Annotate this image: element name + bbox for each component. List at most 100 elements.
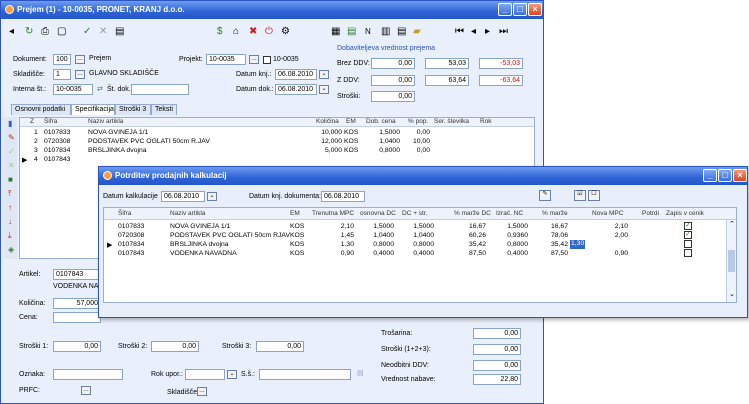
delete-icon[interactable]: ✖ [249, 26, 257, 37]
folder-icon[interactable]: ▰ [413, 26, 421, 37]
kalk-zapis-checkbox[interactable] [684, 249, 692, 257]
st-dok-field[interactable] [131, 84, 189, 95]
scroll-thumb[interactable] [728, 250, 735, 272]
stroski2-field[interactable]: 0,00 [151, 341, 199, 352]
col-naziv[interactable]: Naziv artikla [88, 118, 123, 127]
kalk-nova[interactable]: 0,90 [594, 250, 628, 257]
col-rok[interactable]: Rok [480, 118, 492, 127]
kalk-zapis-checkbox[interactable]: ✓ [684, 231, 692, 239]
col-ser[interactable]: Ser. številka [434, 118, 469, 127]
table-row[interactable]: 1 0107833 NOVA GVINEJA 1/1 10,000 KOS 1,… [20, 128, 534, 137]
kalk-row[interactable]: 0720308 PODSTAVEK PVC OGLATI 50cm RJAV K… [104, 231, 736, 240]
table-row[interactable]: 2 0720308 PODSTAVEK PVC OGLATI 50cm R.JA… [20, 137, 534, 146]
move-down-icon[interactable]: ↓ [8, 217, 12, 226]
grid-icon[interactable]: ▥ [381, 26, 390, 37]
import-icon[interactable]: ◈ [8, 245, 14, 254]
kcol-zapis[interactable]: Zapis v cenik [666, 210, 704, 219]
interna-field[interactable]: 10-0035 [53, 84, 93, 95]
last-record-icon[interactable]: ⏭ [499, 26, 508, 37]
dialog-maximize-button[interactable]: □ [718, 169, 732, 182]
export-icon[interactable]: ▤ [347, 26, 356, 37]
settings-icon[interactable]: ⚙ [281, 26, 290, 37]
datum-knj-dropdown-icon[interactable]: ⌄ [319, 70, 329, 79]
datum-kalk-dropdown-icon[interactable]: ⌄ [207, 192, 217, 201]
kalk-row[interactable]: ▶ 0107834 BRŠLJINKA dvojna KOS 1,30 0,80… [104, 240, 736, 249]
list-icon[interactable]: ▤ [115, 26, 124, 37]
new-document-icon[interactable]: ▢ [57, 26, 66, 37]
scroll-up-icon[interactable]: ⌃ [729, 220, 735, 228]
col-pop[interactable]: % pop. [408, 118, 428, 127]
kcol-dcs[interactable]: DC + str. [402, 210, 427, 219]
move-bottom-icon[interactable]: ⤓ [8, 231, 12, 241]
table-row[interactable]: ▶ 4 0107843 [20, 155, 534, 164]
kcol-mdc[interactable]: % marže DC [454, 210, 491, 219]
close-button[interactable]: × [528, 3, 542, 16]
col-kolicina[interactable]: Količina [316, 118, 339, 127]
tab-stroski[interactable]: Stroški 3 [115, 104, 151, 115]
kcol-dc[interactable]: osnovna DC [360, 210, 396, 219]
edit-row-icon[interactable]: ✎ [8, 133, 15, 142]
kalk-zapis-checkbox[interactable] [684, 240, 692, 248]
scroll-down-icon[interactable]: ⌄ [729, 290, 735, 298]
kalk-row[interactable]: 0107843 VODENKA NAVADNA KOS 0,90 0,4000 … [104, 249, 736, 258]
table-row[interactable]: 3 0107834 BRŠLJINKA dvojna 5,000 KOS 0,8… [20, 146, 534, 155]
kalk-row[interactable]: 0107833 NOVA GVINEJA 1/1 KOS 2,10 1,5000… [104, 222, 736, 231]
tab-osnovni-podatki[interactable]: Osnovni podatki [11, 104, 71, 115]
calculator-icon[interactable]: ▦ [331, 26, 340, 37]
move-top-icon[interactable]: ⤒ [8, 189, 12, 199]
stroski1-field[interactable]: 0,00 [53, 341, 101, 352]
delete-row-icon[interactable]: ✕ [8, 161, 15, 170]
trosarina-field[interactable]: 0,00 [473, 328, 521, 339]
swap-icon[interactable]: ⇄ [97, 85, 103, 93]
cancel-icon[interactable]: ✕ [99, 26, 107, 37]
projekt-field[interactable]: 10-0035 [206, 54, 246, 65]
skladisce-lookup-button[interactable]: … [75, 70, 85, 79]
dialog-scrollbar[interactable]: ⌃ ⌄ [726, 220, 736, 302]
rok-upor-dropdown-icon[interactable]: ⌄ [227, 370, 237, 379]
confirm-icon[interactable]: ✓ [83, 26, 91, 37]
datum-dok-dropdown-icon[interactable]: ⌄ [319, 85, 329, 94]
ss-field[interactable] [259, 369, 351, 380]
refresh-icon[interactable]: ↻ [25, 26, 33, 37]
deselect-all-icon[interactable]: ☐ [588, 190, 600, 201]
dokument-lookup-button[interactable]: … [75, 55, 85, 64]
datum-dok-field[interactable]: 06.08.2010 [275, 84, 317, 95]
new-row-icon[interactable]: ▮ [8, 119, 12, 128]
kalk-nova[interactable]: 2,00 [594, 232, 628, 239]
stroski-field[interactable]: 0,00 [371, 91, 415, 102]
exit-icon[interactable]: ⏻ [265, 26, 273, 37]
datum-kalk-field[interactable]: 06.08.2010 [161, 191, 205, 202]
kcol-em[interactable]: EM [290, 210, 300, 219]
minimize-button[interactable]: _ [498, 3, 512, 16]
projekt-lookup-button[interactable]: … [249, 55, 259, 64]
col-z[interactable]: Z [30, 118, 34, 127]
kolicina-field[interactable]: 57,000 [53, 298, 101, 309]
move-up-icon[interactable]: ↑ [8, 203, 12, 212]
first-record-icon[interactable]: ⏮ [455, 26, 464, 37]
maximize-button[interactable]: □ [513, 3, 527, 16]
dokument-field[interactable]: 100 [53, 54, 71, 65]
kcol-naziv[interactable]: Naziv artikla [170, 210, 205, 219]
kcol-mpc[interactable]: Trenutna MPC [312, 210, 354, 219]
brez-ddv-field[interactable]: 0,00 [371, 58, 415, 69]
rok-upor-field[interactable] [185, 369, 225, 380]
next-record-icon[interactable]: ▸ [485, 26, 490, 37]
save-row-icon[interactable]: ■ [8, 175, 13, 184]
tab-specifikacija[interactable]: Specifikacija [71, 104, 115, 115]
edit-icon[interactable]: ✎ [539, 190, 551, 201]
col-cena[interactable]: Dob. cena [366, 118, 396, 127]
print-icon[interactable]: ⎙ [41, 26, 49, 37]
datum-knj-field[interactable]: 06.08.2010 [275, 69, 317, 80]
kalk-zapis-checkbox[interactable]: ✓ [684, 222, 692, 230]
confirm-row-icon[interactable]: ✓ [8, 147, 15, 156]
kcol-nova[interactable]: Nova MPC [592, 210, 623, 219]
oznaka-field[interactable] [53, 369, 123, 380]
z-ddv-field[interactable]: 0,00 [371, 75, 415, 86]
dialog-minimize-button[interactable]: _ [703, 169, 717, 182]
col-sifra[interactable]: Šifra [44, 118, 57, 127]
projekt-checkbox[interactable] [263, 56, 271, 64]
ss-button-icon[interactable]: ▤ [357, 369, 364, 377]
kcol-potrdi[interactable]: Potrdi [642, 210, 659, 219]
money-icon[interactable]: $ [217, 26, 223, 37]
kcol-marza[interactable]: % marže [542, 210, 568, 219]
